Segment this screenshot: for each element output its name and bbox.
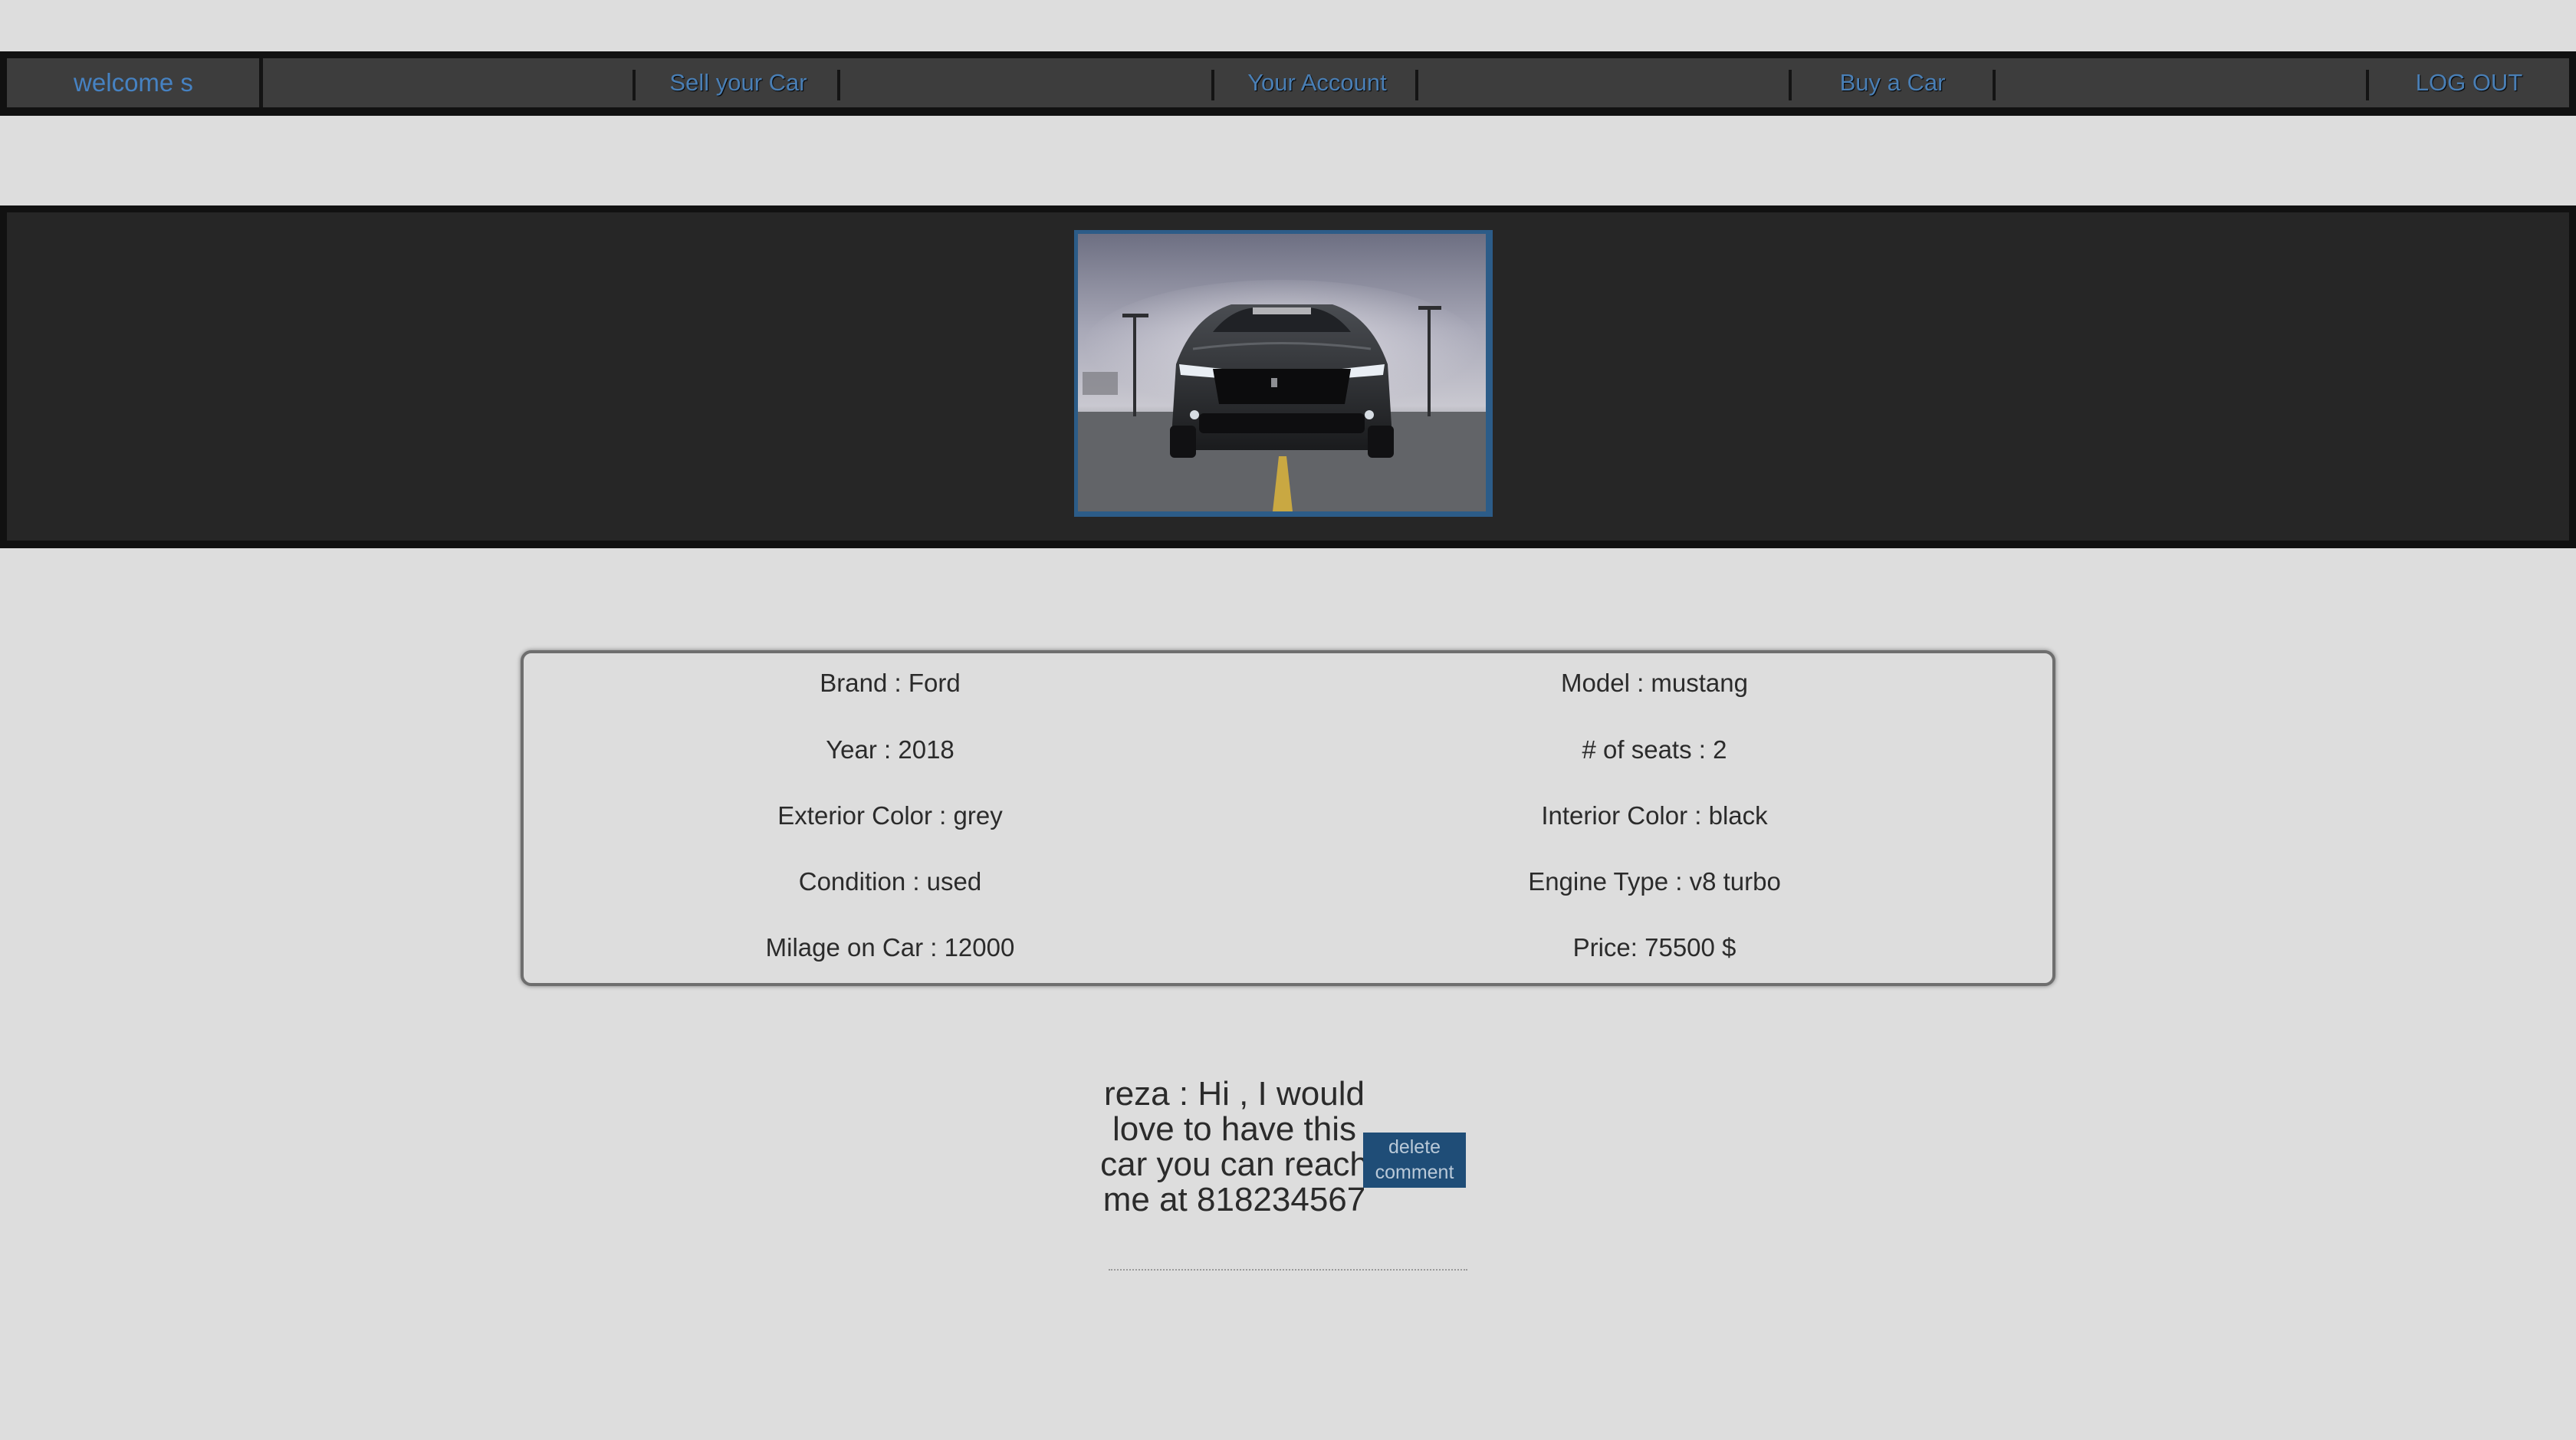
car-photo xyxy=(1074,230,1493,517)
detail-year: Year : 2018 xyxy=(826,735,955,764)
nav-divider xyxy=(259,58,263,107)
detail-interior-color: Interior Color : black xyxy=(1541,801,1768,830)
detail-mileage: Milage on Car : 12000 xyxy=(765,933,1015,962)
nav-link-logout[interactable]: LOG OUT xyxy=(2369,58,2569,107)
nav-link-sell-car[interactable]: Sell your Car xyxy=(636,58,841,107)
detail-condition: Condition : used xyxy=(798,867,982,896)
navbar-inner: welcome s Sell your Car Your Account Buy… xyxy=(7,58,2569,107)
top-navbar: welcome s Sell your Car Your Account Buy… xyxy=(0,51,2576,116)
welcome-text: welcome s xyxy=(74,68,193,97)
nav-divider xyxy=(1415,70,1418,100)
car-details-card: Brand : Ford Model : mustang Year : 2018… xyxy=(521,650,2055,986)
detail-price: Price: 75500 $ xyxy=(1572,933,1737,962)
comment-divider xyxy=(1109,1269,1467,1271)
delete-comment-button[interactable]: delete comment xyxy=(1363,1133,1466,1188)
detail-brand: Brand : Ford xyxy=(820,669,961,697)
detail-engine-type: Engine Type : v8 turbo xyxy=(1528,867,1781,896)
nav-link-your-account[interactable]: Your Account xyxy=(1214,58,1420,107)
car-image xyxy=(1078,234,1486,511)
comment-text: reza : Hi , I would love to have this ca… xyxy=(1100,1075,1368,1218)
nav-divider xyxy=(1993,70,1996,100)
detail-seats: # of seats : 2 xyxy=(1582,735,1727,764)
nav-link-buy-car[interactable]: Buy a Car xyxy=(1792,58,1993,107)
detail-exterior-color: Exterior Color : grey xyxy=(777,801,1003,830)
nav-divider xyxy=(837,70,840,100)
detail-model: Model : mustang xyxy=(1561,669,1748,697)
